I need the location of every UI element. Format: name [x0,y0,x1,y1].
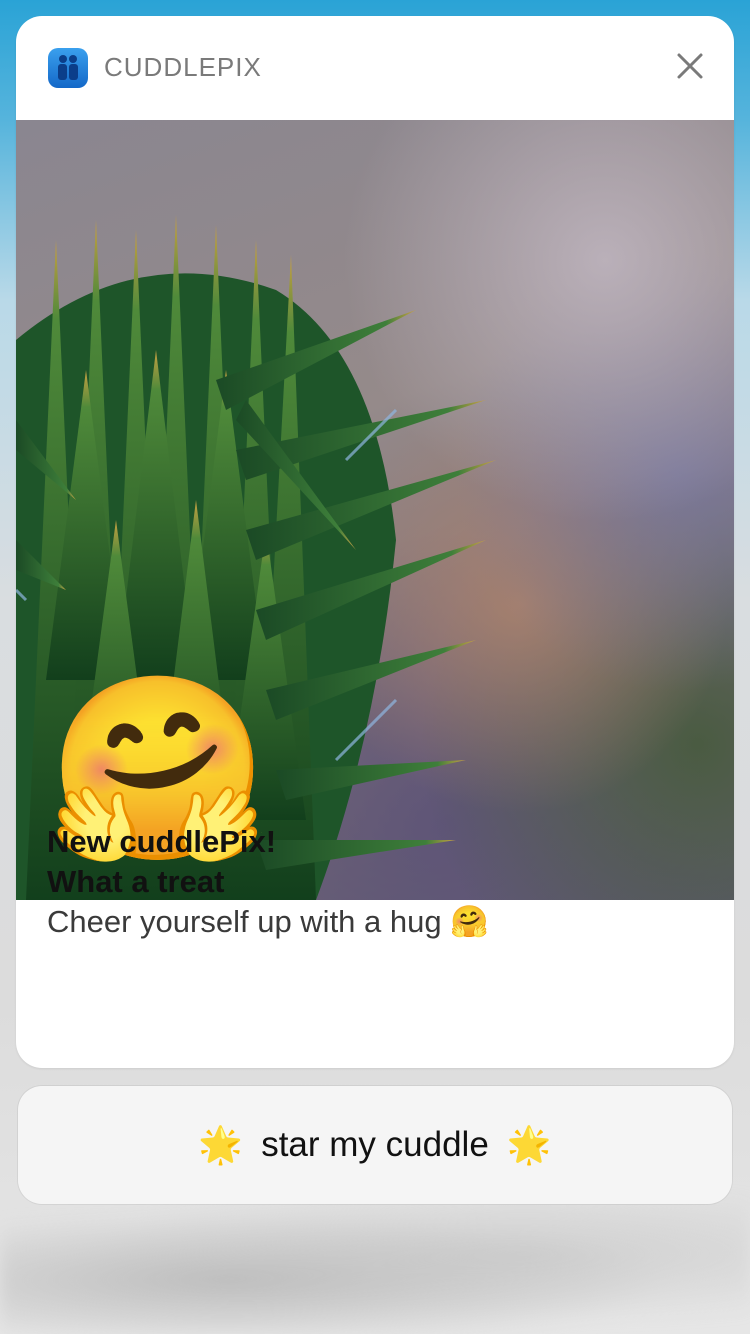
notification-image[interactable]: 🤗 [16,120,734,900]
notification-body: Cheer yourself up with a hug 🤗 [47,904,489,939]
notification-subtitle: What a treat [47,864,225,899]
notification-header: CUDDLEPIX [16,16,734,120]
notification-card[interactable]: CUDDLEPIX 🤗 New cuddlePix! What a treat … [16,16,734,1068]
close-button[interactable] [670,46,710,86]
person-pair-icon [48,48,88,88]
action-label: star my cuddle [261,1125,489,1164]
notification-content: New cuddlePix! What a treat Cheer yourse… [47,822,707,942]
app-name: CUDDLEPIX [104,52,262,82]
star-my-cuddle-button[interactable]: 🌟 star my cuddle 🌟 [18,1086,732,1204]
glowing-star-icon: 🌟 [198,1124,244,1165]
close-icon [677,53,703,79]
glowing-star-icon: 🌟 [506,1124,552,1165]
notification-title: New cuddlePix! [47,824,277,859]
blurred-background [0,1200,750,1334]
